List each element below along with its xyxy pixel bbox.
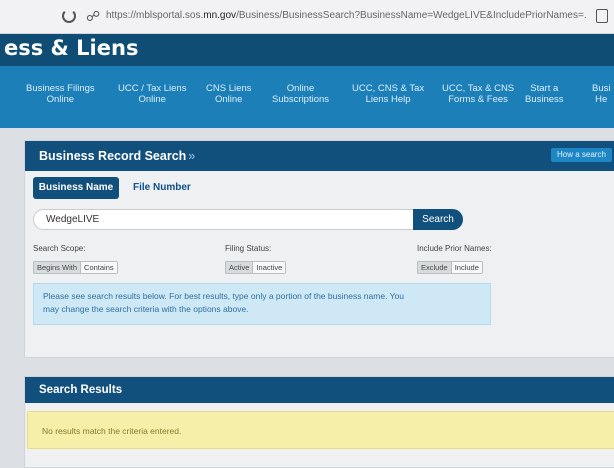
- scope-begins-with-option[interactable]: Begins With: [34, 262, 81, 273]
- chevron-right-icon: »: [188, 149, 196, 163]
- site-header: ess & Liens: [0, 34, 614, 66]
- site-title: ess & Liens: [4, 36, 139, 60]
- panel-title: Business Record Search»: [39, 149, 196, 163]
- nav-online-subscriptions[interactable]: Online Subscriptions: [272, 83, 329, 105]
- business-name-input[interactable]: [33, 209, 415, 230]
- search-results-panel: Search Results No results match the crit…: [24, 376, 614, 468]
- filing-status-toggle: Active Inactive: [225, 261, 287, 274]
- no-results-message: No results match the criteria entered.: [27, 411, 614, 449]
- main-nav: Business Filings Online UCC / Tax Liens On…: [0, 66, 614, 128]
- scope-contains-option[interactable]: Contains: [80, 262, 117, 273]
- nav-forms-fees[interactable]: UCC, Tax & CNS Forms & Fees: [442, 83, 514, 105]
- status-active-option[interactable]: Active: [226, 262, 253, 273]
- filing-status-label: Filing Status:: [225, 244, 272, 253]
- reload-icon[interactable]: [62, 9, 76, 23]
- tab-file-number[interactable]: File Number: [133, 177, 191, 199]
- how-to-search-button[interactable]: How a search: [551, 148, 612, 162]
- nav-business-help[interactable]: Busi He: [592, 83, 610, 105]
- panel-header: Business Record Search» How a search: [25, 141, 614, 171]
- nav-start-a-business[interactable]: Start a Business: [525, 83, 564, 105]
- results-title: Search Results: [39, 384, 123, 396]
- reader-view-icon[interactable]: [596, 9, 608, 23]
- status-inactive-option[interactable]: Inactive: [252, 262, 286, 273]
- prior-exclude-option[interactable]: Exclude: [418, 262, 451, 273]
- results-header: Search Results: [25, 377, 614, 403]
- search-scope-toggle: Begins With Contains: [33, 261, 118, 274]
- tab-business-name[interactable]: Business Name: [33, 177, 119, 199]
- nav-cns-liens-online[interactable]: CNS Liens Online: [206, 83, 251, 105]
- search-button[interactable]: Search: [413, 209, 463, 230]
- search-scope-label: Search Scope:: [33, 244, 86, 253]
- include-prior-names-toggle: Exclude Include: [417, 261, 483, 274]
- nav-business-filings-online[interactable]: Business Filings Online: [26, 83, 95, 105]
- include-prior-names-label: Include Prior Names:: [417, 244, 492, 253]
- search-info-message: Please see search results below. For bes…: [33, 283, 491, 325]
- browser-url-bar: ☍ https://mblsportal.sos.mn.gov/Business…: [0, 0, 614, 34]
- lock-icon[interactable]: ☍: [86, 8, 100, 24]
- nav-liens-help[interactable]: UCC, CNS & Tax Liens Help: [352, 83, 424, 105]
- info-line-2: may change the search criteria with the …: [43, 304, 249, 314]
- business-record-search-panel: Business Record Search» How a search Bus…: [24, 140, 614, 358]
- info-line-1: Please see search results below. For bes…: [43, 291, 404, 301]
- url-text[interactable]: https://mblsportal.sos.mn.gov/Business/B…: [106, 10, 586, 21]
- prior-include-option[interactable]: Include: [450, 262, 482, 273]
- nav-ucc-tax-liens-online[interactable]: UCC / Tax Liens Online: [118, 83, 186, 105]
